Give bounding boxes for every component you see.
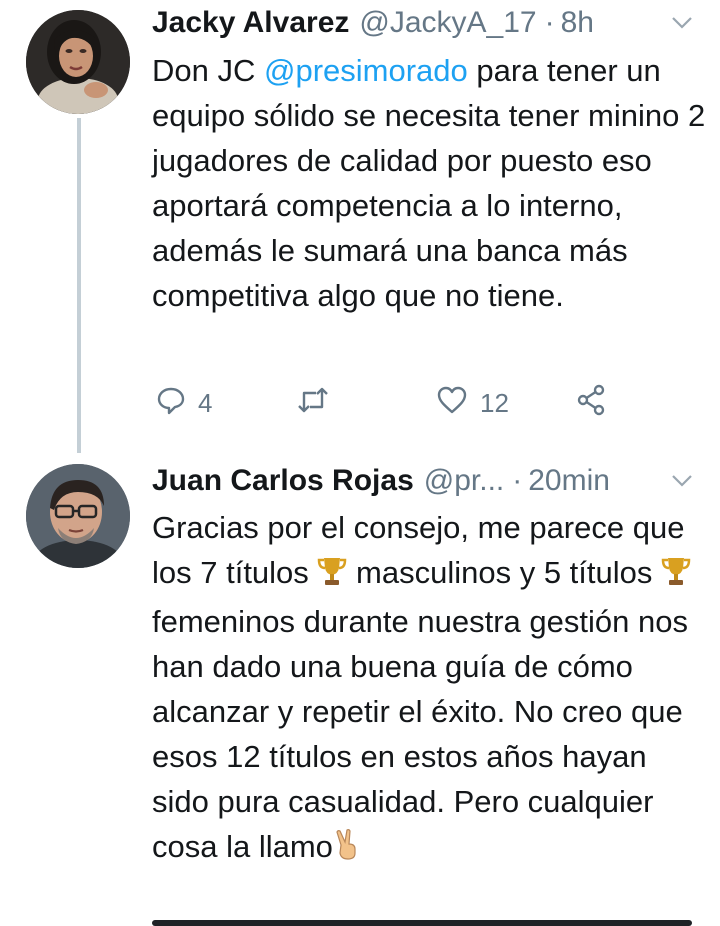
time-separator: ·: [544, 6, 555, 39]
tweet-actions: 4 12: [156, 383, 636, 423]
author-name[interactable]: Jacky Alvarez: [152, 2, 349, 44]
retweet-icon: [296, 385, 330, 422]
tweet-header: Juan Carlos Rojas @pr... · 20min: [152, 460, 696, 502]
trophy-icon: [317, 554, 347, 599]
like-button[interactable]: 12: [436, 383, 509, 423]
heart-icon: [436, 385, 468, 422]
victory-hand-icon: [333, 828, 361, 873]
reply-button[interactable]: 4: [156, 383, 212, 423]
woman-avatar-icon: [26, 10, 130, 114]
avatar[interactable]: [26, 464, 130, 568]
tweet-text-part: masculinos y 5 títulos: [347, 555, 661, 590]
share-icon: [576, 384, 608, 423]
author-handle[interactable]: @pr...: [424, 460, 504, 502]
trophy-icon: [661, 554, 691, 599]
chevron-down-icon[interactable]: [668, 9, 696, 37]
reply-count: 4: [198, 387, 213, 418]
tweet-text-part: para tener un equipo sólido se necesita …: [152, 53, 706, 313]
retweet-button[interactable]: [296, 383, 342, 423]
tweet-text-part: femeninos durante nuestra gestión nos ha…: [152, 604, 688, 864]
reply-icon: [156, 385, 186, 422]
tweet-text: Don JC @presimorado para tener un equipo…: [152, 48, 712, 318]
time-separator: ·: [512, 464, 523, 497]
tweet-timestamp[interactable]: 20min: [528, 460, 610, 502]
tweet-text: Gracias por el consejo, me parece que lo…: [152, 505, 712, 873]
tweet-header: Jacky Alvarez @JackyA_17 · 8h: [152, 2, 696, 44]
tweet-text-part: Don JC: [152, 53, 264, 88]
chevron-down-icon[interactable]: [668, 467, 696, 495]
author-handle[interactable]: @JackyA_17: [359, 2, 536, 44]
man-with-glasses-avatar-icon: [26, 464, 130, 568]
author-name[interactable]: Juan Carlos Rojas: [152, 460, 414, 502]
share-button[interactable]: [576, 383, 608, 423]
thread-connector-line: [77, 118, 81, 453]
tweet-timestamp[interactable]: 8h: [561, 2, 594, 44]
tweet[interactable]: Juan Carlos Rojas @pr... · 20min Gracias…: [0, 450, 720, 926]
mention-link[interactable]: @presimorado: [264, 53, 468, 88]
avatar[interactable]: [26, 10, 130, 114]
divider: [152, 920, 692, 926]
like-count: 12: [480, 387, 509, 418]
tweet[interactable]: Jacky Alvarez @JackyA_17 · 8h Don JC @pr…: [0, 0, 720, 453]
